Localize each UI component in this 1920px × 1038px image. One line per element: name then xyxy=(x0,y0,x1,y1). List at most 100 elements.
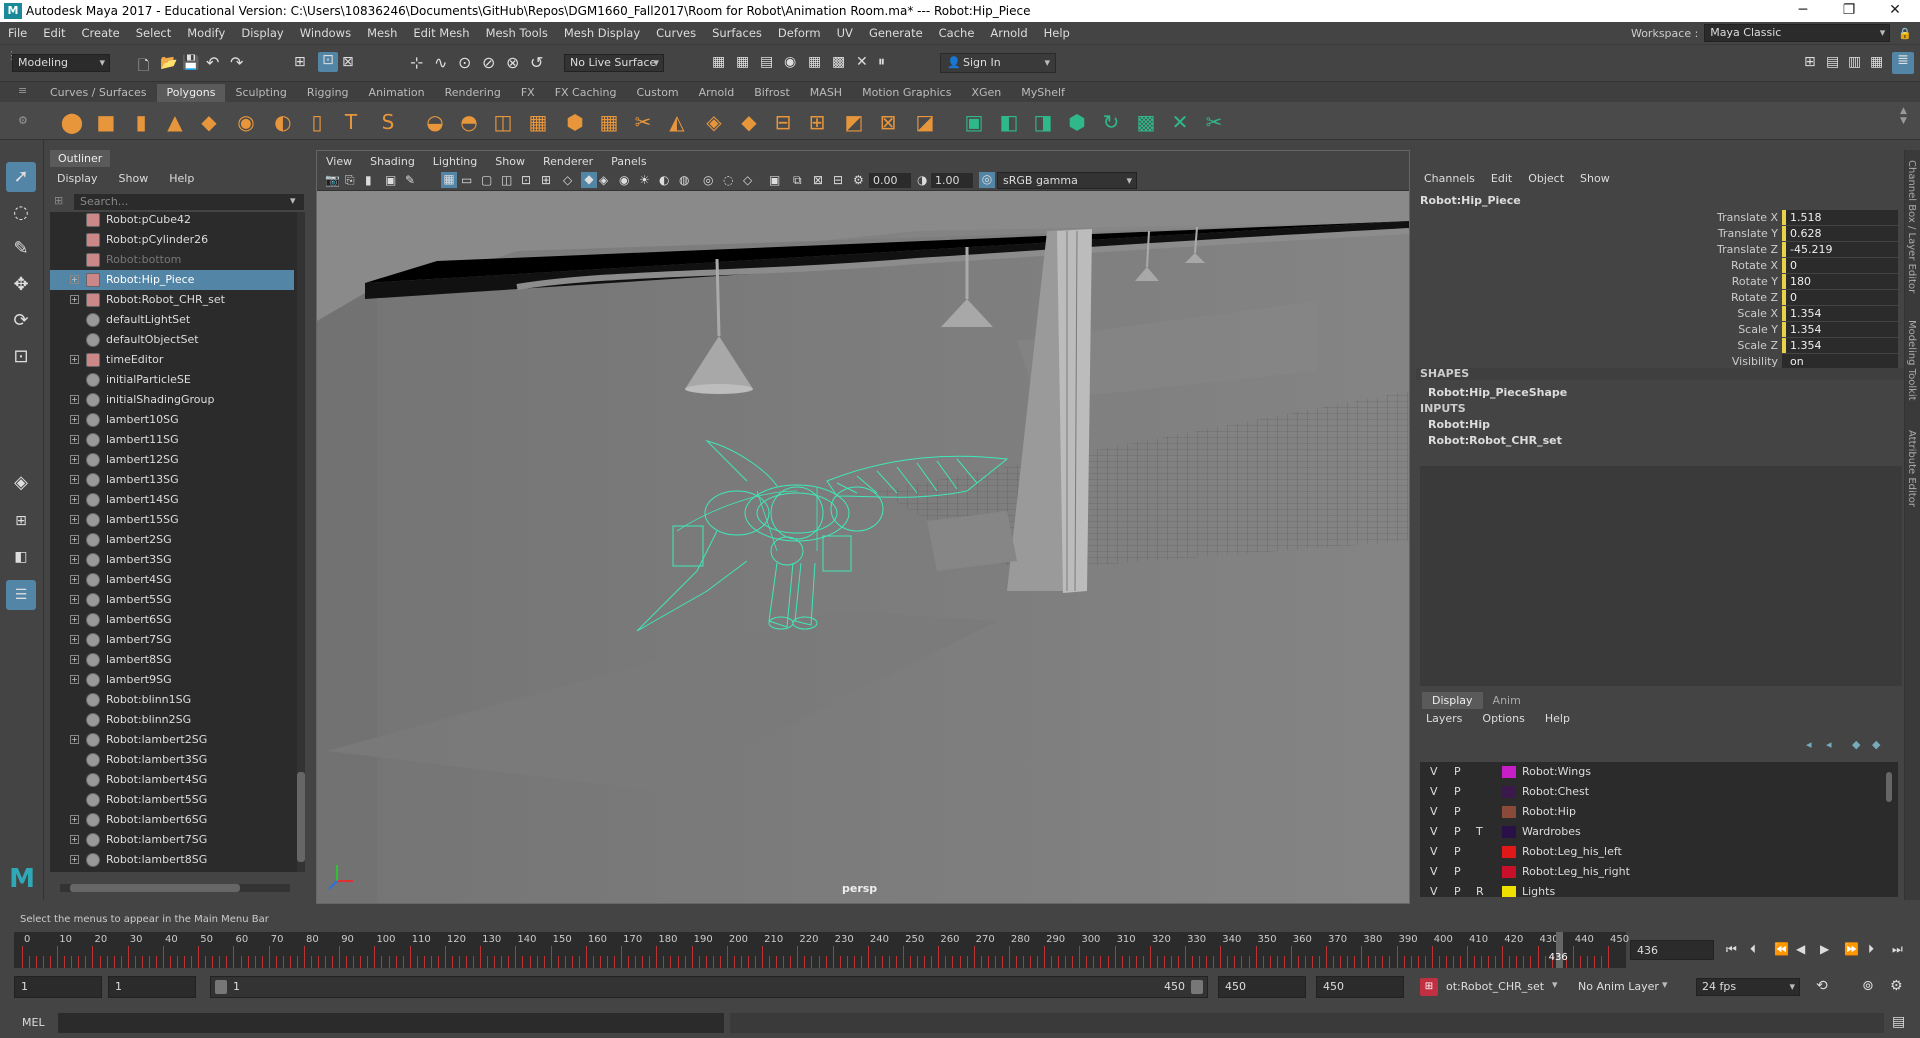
expand-icon[interactable]: + xyxy=(70,835,79,844)
outliner-item[interactable]: + lambert7SG xyxy=(50,630,294,650)
channel-attribute-row[interactable]: Rotate X 0 xyxy=(1586,258,1902,274)
menu-generate[interactable]: Generate xyxy=(861,26,931,40)
step-forward-frame-icon[interactable]: ⏵ xyxy=(1868,942,1874,957)
channel-attribute-value[interactable]: 0 xyxy=(1782,290,1898,305)
bookmark-icon[interactable]: ▮ xyxy=(365,173,372,187)
light-editor-icon[interactable]: ✕ xyxy=(856,54,868,70)
open-scene-icon[interactable]: 📂 xyxy=(160,55,177,71)
new-layer-icon[interactable]: ◆ xyxy=(1852,738,1860,751)
outliner-item[interactable]: + lambert3SG xyxy=(50,550,294,570)
current-frame-field[interactable]: 436 xyxy=(1630,940,1714,960)
menu-edit-mesh[interactable]: Edit Mesh xyxy=(405,26,477,40)
offset-edge-loop-icon[interactable]: ⊞ xyxy=(804,109,830,135)
outliner-item[interactable]: + Robot:lambert2SG xyxy=(50,730,294,750)
layer-row[interactable]: V P Robot:Chest xyxy=(1420,782,1890,802)
expand-icon[interactable]: + xyxy=(70,595,79,604)
expand-icon[interactable]: + xyxy=(70,615,79,624)
sphere-icon[interactable]: ⬤ xyxy=(59,109,85,135)
viewport-menu-shading[interactable]: Shading xyxy=(361,155,424,168)
paint-select-tool-icon[interactable]: ✎ xyxy=(6,234,36,264)
outliner-item[interactable]: Robot:blinn1SG xyxy=(50,690,294,710)
close-button[interactable]: ✕ xyxy=(1872,0,1918,22)
viewport-scene[interactable] xyxy=(317,191,1409,903)
snap-view-plane-icon[interactable]: ⊘ xyxy=(482,53,495,72)
outliner-menu-show[interactable]: Show xyxy=(108,170,159,188)
channel-attribute-row[interactable]: Translate Y 0.628 xyxy=(1586,226,1902,242)
expand-icon[interactable]: + xyxy=(70,675,79,684)
outliner-item[interactable]: + Robot:lambert7SG xyxy=(50,830,294,850)
use-all-lights-icon[interactable]: ☀ xyxy=(639,173,650,187)
step-back-key-icon[interactable]: ⏪ xyxy=(1774,942,1789,956)
gamma-icon[interactable]: ◑ xyxy=(917,173,927,187)
render-settings-icon[interactable]: ▤ xyxy=(760,54,773,70)
layer-row[interactable]: V P R Lights xyxy=(1420,882,1890,897)
layer-visibility-toggle[interactable]: V xyxy=(1430,802,1438,822)
layer-playback-toggle[interactable]: P xyxy=(1454,842,1461,862)
layer-display-type-toggle[interactable]: R xyxy=(1476,882,1484,897)
play-backwards-icon[interactable]: ◀ xyxy=(1796,942,1805,956)
cone-icon[interactable]: ▲ xyxy=(162,109,188,135)
go-to-end-icon[interactable]: ⏭ xyxy=(1892,942,1903,957)
snap-together-icon[interactable]: ↺ xyxy=(530,53,543,72)
shelf-tab-rigging[interactable]: Rigging xyxy=(297,84,359,102)
step-back-frame-icon[interactable]: ⏴ xyxy=(1750,942,1756,957)
move-layer-down-icon[interactable]: ◂ xyxy=(1826,738,1832,751)
insert-edge-loop-icon[interactable]: ⊟ xyxy=(770,109,796,135)
anim-layer-dropdown-icon[interactable]: ▾ xyxy=(1662,978,1668,991)
undo-icon[interactable]: ↶ xyxy=(206,53,219,72)
playback-end-field[interactable]: 450 xyxy=(1218,976,1306,998)
attribute-editor-icon[interactable]: ▤ xyxy=(1826,54,1839,70)
torus-icon[interactable]: ◉ xyxy=(233,109,259,135)
maximize-button[interactable]: ❐ xyxy=(1826,0,1872,22)
outliner-title[interactable]: Outliner xyxy=(50,150,111,167)
script-editor-icon[interactable]: ▤ xyxy=(1892,1014,1905,1030)
expand-icon[interactable]: + xyxy=(70,735,79,744)
shelf-tab-sculpting[interactable]: Sculpting xyxy=(225,84,296,102)
expand-icon[interactable]: + xyxy=(70,815,79,824)
menu-set-dropdown[interactable]: Modeling xyxy=(12,54,110,72)
character-set-field[interactable]: ot:Robot_CHR_set xyxy=(1446,980,1544,993)
viewport-menu-view[interactable]: View xyxy=(317,155,361,168)
outliner-item[interactable]: + Robot:Hip_Piece xyxy=(50,270,294,290)
smooth-icon[interactable]: ▦ xyxy=(525,109,551,135)
snap-point-icon[interactable]: ⊙ xyxy=(458,53,471,72)
sew-uv-icon[interactable]: ↻ xyxy=(1098,109,1124,135)
xray-components-icon[interactable]: ⊟ xyxy=(833,173,843,187)
layer-scroll-thumb[interactable] xyxy=(1886,772,1892,802)
expand-icon[interactable]: + xyxy=(70,435,79,444)
outliner-item[interactable]: Robot:pCube42 xyxy=(50,212,294,230)
outliner-item[interactable]: initialParticleSE xyxy=(50,370,294,390)
layer-playback-toggle[interactable]: P xyxy=(1454,802,1461,822)
lock-icon[interactable]: 🔒 xyxy=(1898,27,1912,40)
outliner-item[interactable]: + lambert10SG xyxy=(50,410,294,430)
merge-icon[interactable]: ⊠ xyxy=(875,109,901,135)
scroll-thumb[interactable] xyxy=(297,772,305,862)
outliner-item[interactable]: defaultLightSet xyxy=(50,310,294,330)
pause-render-icon[interactable]: ⏸ xyxy=(878,54,885,70)
cube-icon[interactable]: ■ xyxy=(93,109,119,135)
outliner-item[interactable]: + lambert11SG xyxy=(50,430,294,450)
layer-visibility-toggle[interactable]: V xyxy=(1430,782,1438,802)
outliner-item[interactable]: + lambert12SG xyxy=(50,450,294,470)
persp-outliner-layout-icon[interactable]: ◧ xyxy=(6,542,36,572)
gamma-field[interactable]: 1.00 xyxy=(931,173,973,188)
shelf-tab-animation[interactable]: Animation xyxy=(359,84,435,102)
outliner-item[interactable]: + lambert4SG xyxy=(50,570,294,590)
layer-color-swatch[interactable] xyxy=(1502,766,1516,778)
scale-tool-icon[interactable]: ⊡ xyxy=(6,342,36,372)
outliner-item[interactable]: + Robot:lambert8SG xyxy=(50,850,294,870)
separate-icon[interactable]: ◓ xyxy=(456,109,482,135)
shelf-tab-polygons[interactable]: Polygons xyxy=(156,84,226,102)
outliner-search-input[interactable]: Search... xyxy=(74,194,304,210)
shape-node[interactable]: Robot:Hip_PieceShape xyxy=(1428,386,1567,399)
menu-modify[interactable]: Modify xyxy=(179,26,233,40)
outliner-item[interactable]: Robot:lambert3SG xyxy=(50,750,294,770)
menu-mesh[interactable]: Mesh xyxy=(359,26,405,40)
layer-menu-options[interactable]: Options xyxy=(1472,712,1534,725)
shelf-tab-arnold[interactable]: Arnold xyxy=(689,84,745,102)
layer-row[interactable]: V P T Wardrobes xyxy=(1420,822,1890,842)
layer-color-swatch[interactable] xyxy=(1502,826,1516,838)
channel-attribute-value[interactable]: 1.354 xyxy=(1782,322,1898,337)
expand-icon[interactable]: + xyxy=(70,415,79,424)
outliner-item[interactable]: Robot:blinn2SG xyxy=(50,710,294,730)
